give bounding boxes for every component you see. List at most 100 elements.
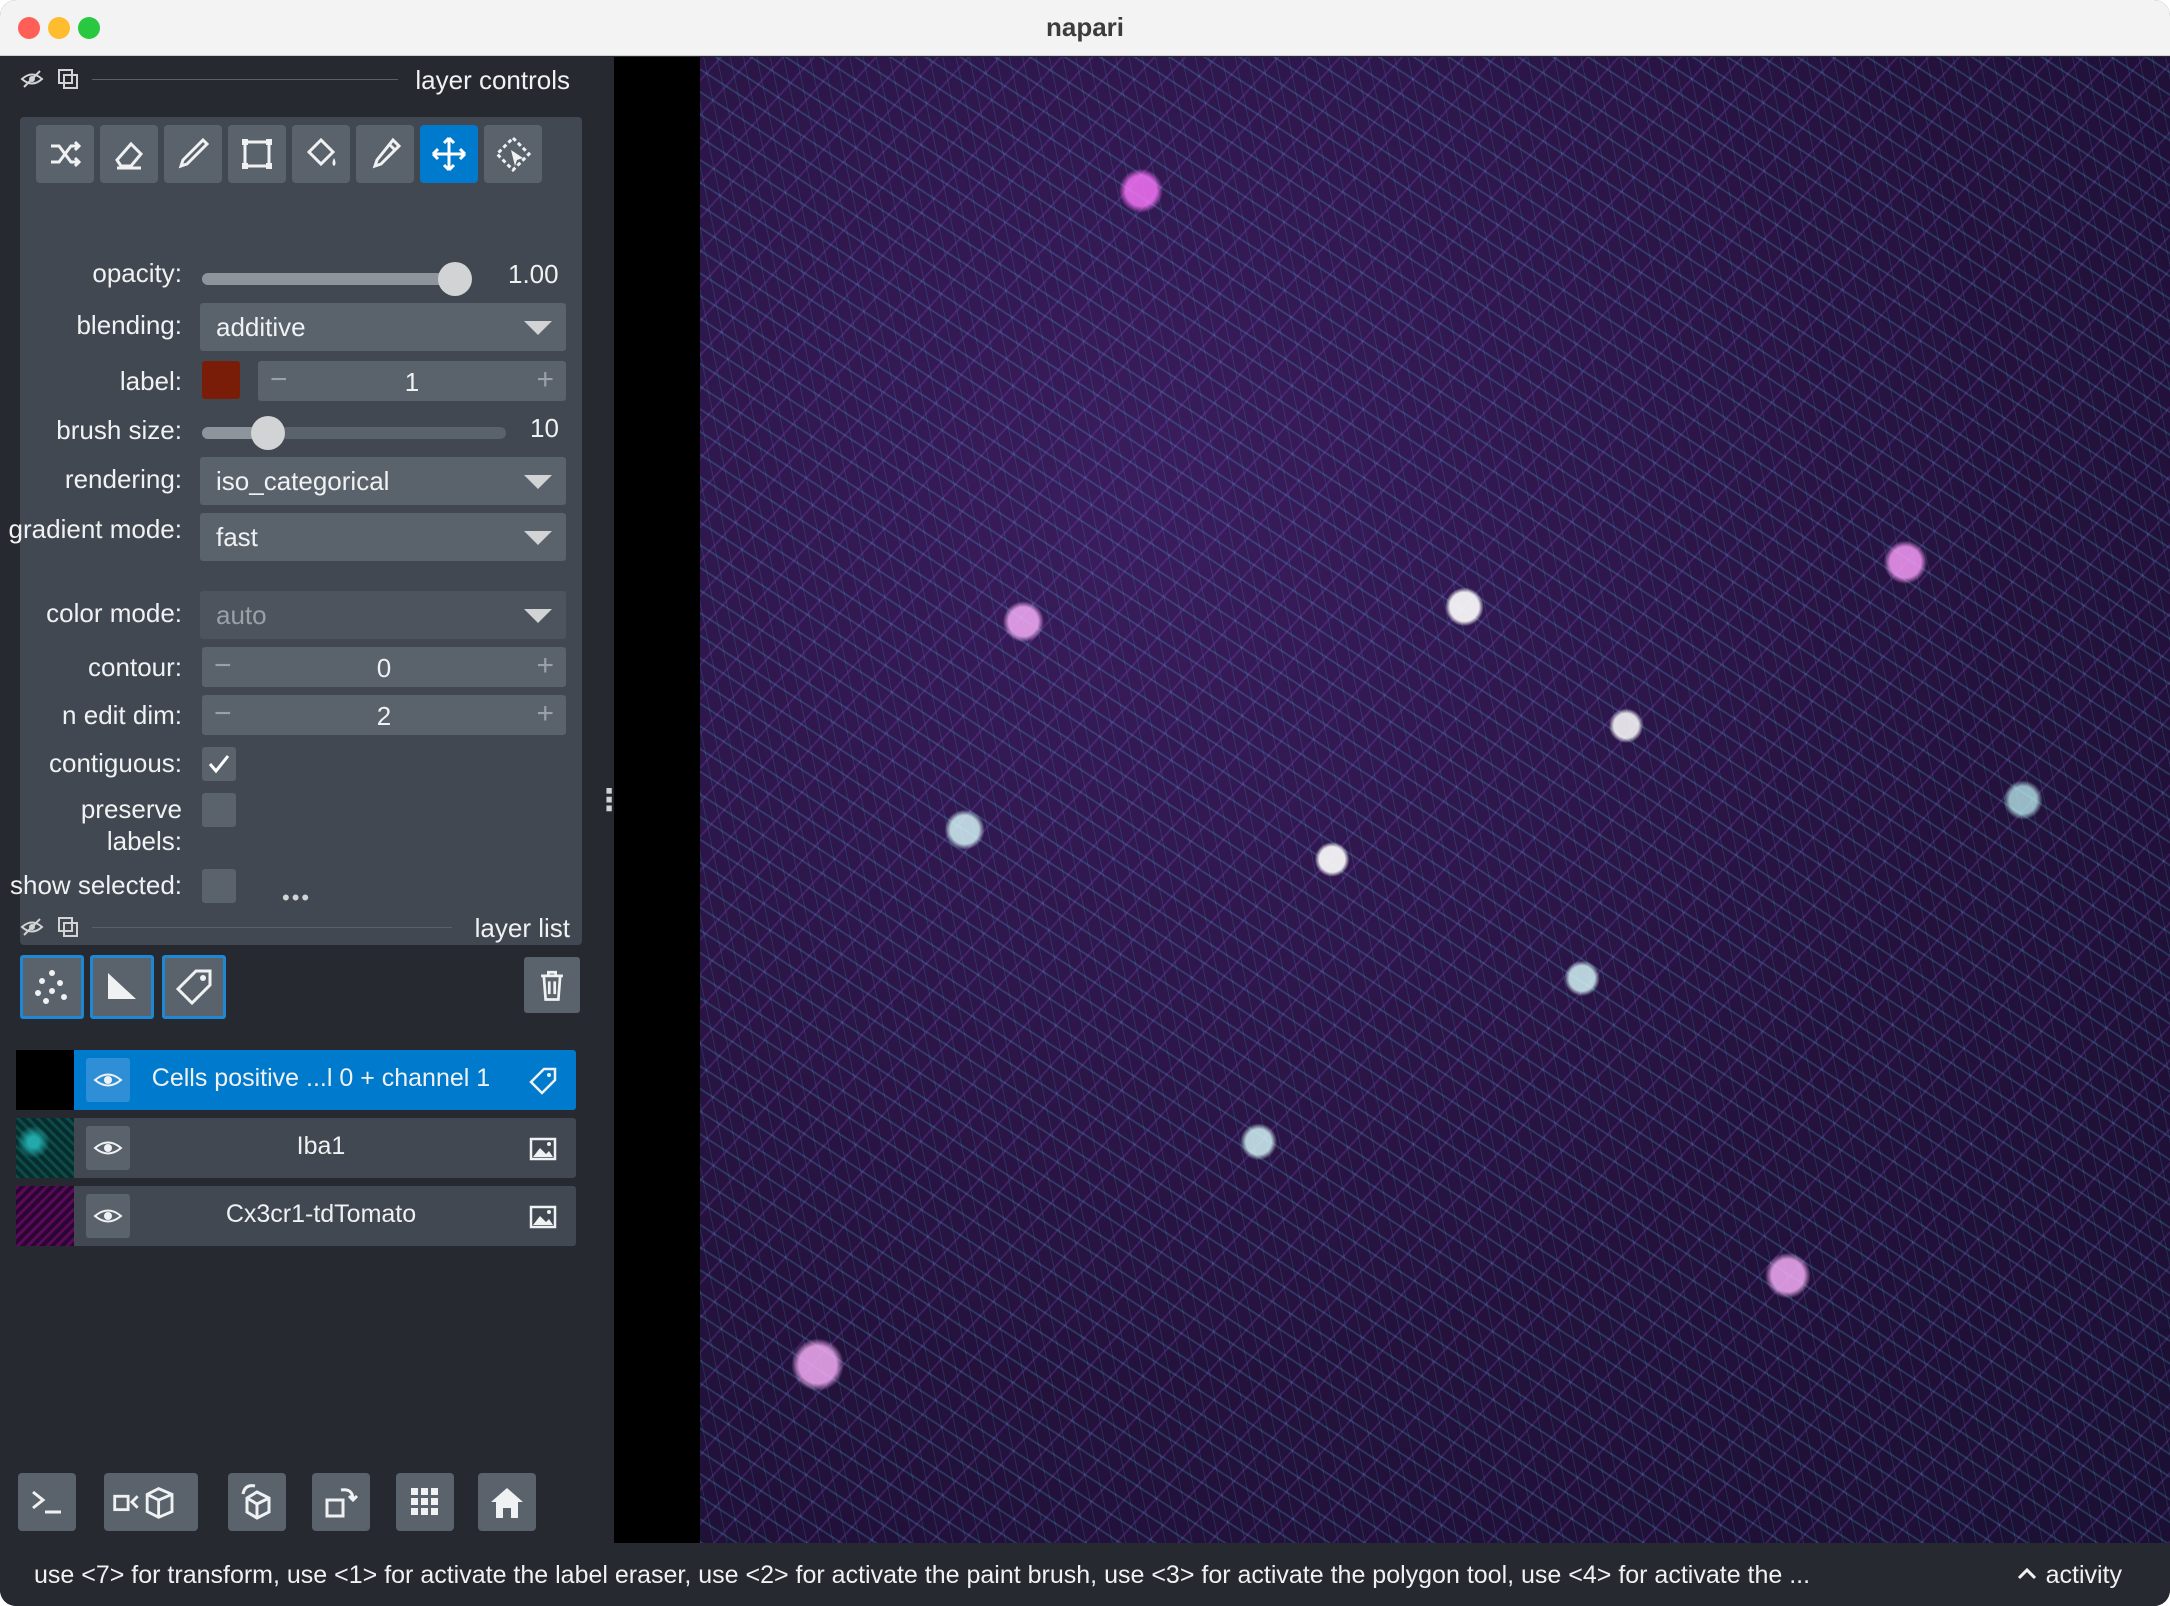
transform-button[interactable] (484, 125, 542, 183)
shapes-icon (108, 973, 136, 999)
visibility-toggle[interactable] (86, 1194, 130, 1238)
transpose-dims-button[interactable] (312, 1473, 370, 1531)
ndisplay-toggle-icon (113, 1487, 174, 1519)
increment-button[interactable]: + (536, 649, 554, 683)
visibility-toggle[interactable] (86, 1126, 130, 1170)
opacity-label: opacity: (92, 258, 182, 288)
shuffle-icon (51, 140, 82, 168)
layer-controls-panel: opacity: 1.00 blending: additive label: … (9, 117, 582, 945)
opacity-slider-handle[interactable] (438, 262, 472, 296)
polygon-icon (242, 139, 272, 169)
pan-zoom-button[interactable] (420, 125, 478, 183)
layer-thumbnail (16, 1118, 74, 1178)
label-spinbox[interactable]: − 1 + (258, 361, 566, 401)
increment-button[interactable]: + (536, 697, 554, 731)
layer-row[interactable]: Cx3cr1-tdTomato (16, 1186, 576, 1246)
eye-icon (93, 1141, 123, 1155)
color-picker-button[interactable] (356, 125, 414, 183)
preserve-labels-checkbox[interactable] (202, 793, 236, 827)
window-title: napari (1045, 12, 1125, 42)
fill-bucket-button[interactable] (292, 125, 350, 183)
float-panel-icon[interactable] (56, 915, 80, 939)
eraser-button[interactable] (100, 125, 158, 183)
contiguous-checkbox[interactable] (202, 747, 236, 781)
grid-icon (411, 1488, 438, 1515)
console-icon (32, 1490, 61, 1514)
show-selected-checkbox[interactable] (202, 869, 236, 903)
roll-dims-button[interactable] (228, 1473, 286, 1531)
roll-dims-icon (241, 1484, 271, 1520)
color-mode-label: color mode: (46, 598, 182, 628)
color-mode-dropdown: auto (200, 591, 566, 639)
layer-name[interactable]: Cells positive ...l 0 + channel 1 (136, 1064, 506, 1093)
gradient-mode-dropdown[interactable]: fast (200, 513, 566, 561)
rendering-dropdown[interactable]: iso_categorical (200, 457, 566, 505)
delete-layer-button[interactable] (524, 957, 580, 1013)
new-shapes-layer-button[interactable] (90, 955, 154, 1019)
shuffle-colors-button[interactable] (36, 125, 94, 183)
brush-size-label: brush size: (56, 415, 182, 445)
layer-list-header: layer list (0, 905, 614, 949)
float-panel-icon[interactable] (56, 67, 80, 91)
layer-controls-title: layer controls (415, 65, 570, 95)
layer-thumbnail (16, 1186, 74, 1246)
canvas[interactable] (614, 57, 2170, 1543)
n-edit-dim-value: 2 (376, 701, 392, 731)
header-divider (92, 927, 452, 928)
move-icon (431, 136, 467, 172)
contour-spinbox[interactable]: − 0 + (202, 647, 566, 687)
image-icon (529, 1205, 557, 1229)
brush-size-slider[interactable] (202, 416, 506, 450)
layer-thumbnail (16, 1050, 74, 1110)
layer-name[interactable]: Iba1 (136, 1132, 506, 1161)
paint-brush-icon (178, 137, 210, 169)
labels-tag-icon (529, 1067, 557, 1095)
ndisplay-toggle-button[interactable] (104, 1473, 198, 1531)
activity-button[interactable]: activity (2015, 1561, 2122, 1590)
hide-eye-icon[interactable] (20, 915, 44, 939)
gradient-mode-label: gradient mode: (8, 514, 182, 544)
increment-button[interactable]: + (536, 363, 554, 397)
paint-brush-button[interactable] (164, 125, 222, 183)
opacity-slider[interactable] (202, 262, 472, 296)
label-label: label: (119, 366, 182, 396)
contiguous-label: contiguous: (49, 748, 182, 778)
label-color-swatch[interactable] (202, 361, 240, 399)
chevron-down-icon (524, 475, 552, 489)
checkmark-icon (208, 755, 230, 774)
blending-dropdown[interactable]: additive (200, 303, 566, 351)
eye-icon (93, 1073, 123, 1087)
contour-label: contour: (88, 652, 182, 682)
opacity-slider-fill (202, 273, 455, 285)
color-mode-value: auto (216, 600, 267, 630)
console-button[interactable] (18, 1473, 76, 1531)
chevron-down-icon (524, 531, 552, 545)
layer-name[interactable]: Cx3cr1-tdTomato (136, 1200, 506, 1229)
polygon-tool-button[interactable] (228, 125, 286, 183)
activity-label: activity (2045, 1561, 2122, 1589)
transform-icon (494, 135, 532, 173)
fill-bucket-icon (306, 137, 336, 167)
contour-value: 0 (376, 653, 392, 683)
chevron-up-icon (2017, 1567, 2036, 1580)
reset-view-button[interactable] (478, 1473, 536, 1531)
hide-eye-icon[interactable] (20, 67, 44, 91)
new-labels-layer-button[interactable] (162, 955, 226, 1019)
microscopy-image (700, 57, 2170, 1543)
new-points-layer-button[interactable] (20, 955, 84, 1019)
status-bar: use <7> for transform, use <1> for activ… (0, 1543, 2170, 1606)
gradient-mode-value: fast (216, 522, 258, 552)
chevron-down-icon (524, 321, 552, 335)
chevron-down-icon (524, 609, 552, 623)
rendering-value: iso_categorical (216, 466, 390, 496)
grid-view-button[interactable] (396, 1473, 454, 1531)
eye-icon (93, 1209, 123, 1223)
n-edit-dim-spinbox[interactable]: − 2 + (202, 695, 566, 735)
home-icon (491, 1488, 523, 1518)
visibility-toggle[interactable] (86, 1058, 130, 1102)
color-picker-icon (372, 137, 402, 169)
brush-size-slider-handle[interactable] (251, 416, 285, 450)
layer-list-title: layer list (474, 913, 570, 943)
layer-row[interactable]: Iba1 (16, 1118, 576, 1178)
layer-row[interactable]: Cells positive ...l 0 + channel 1 (16, 1050, 576, 1110)
